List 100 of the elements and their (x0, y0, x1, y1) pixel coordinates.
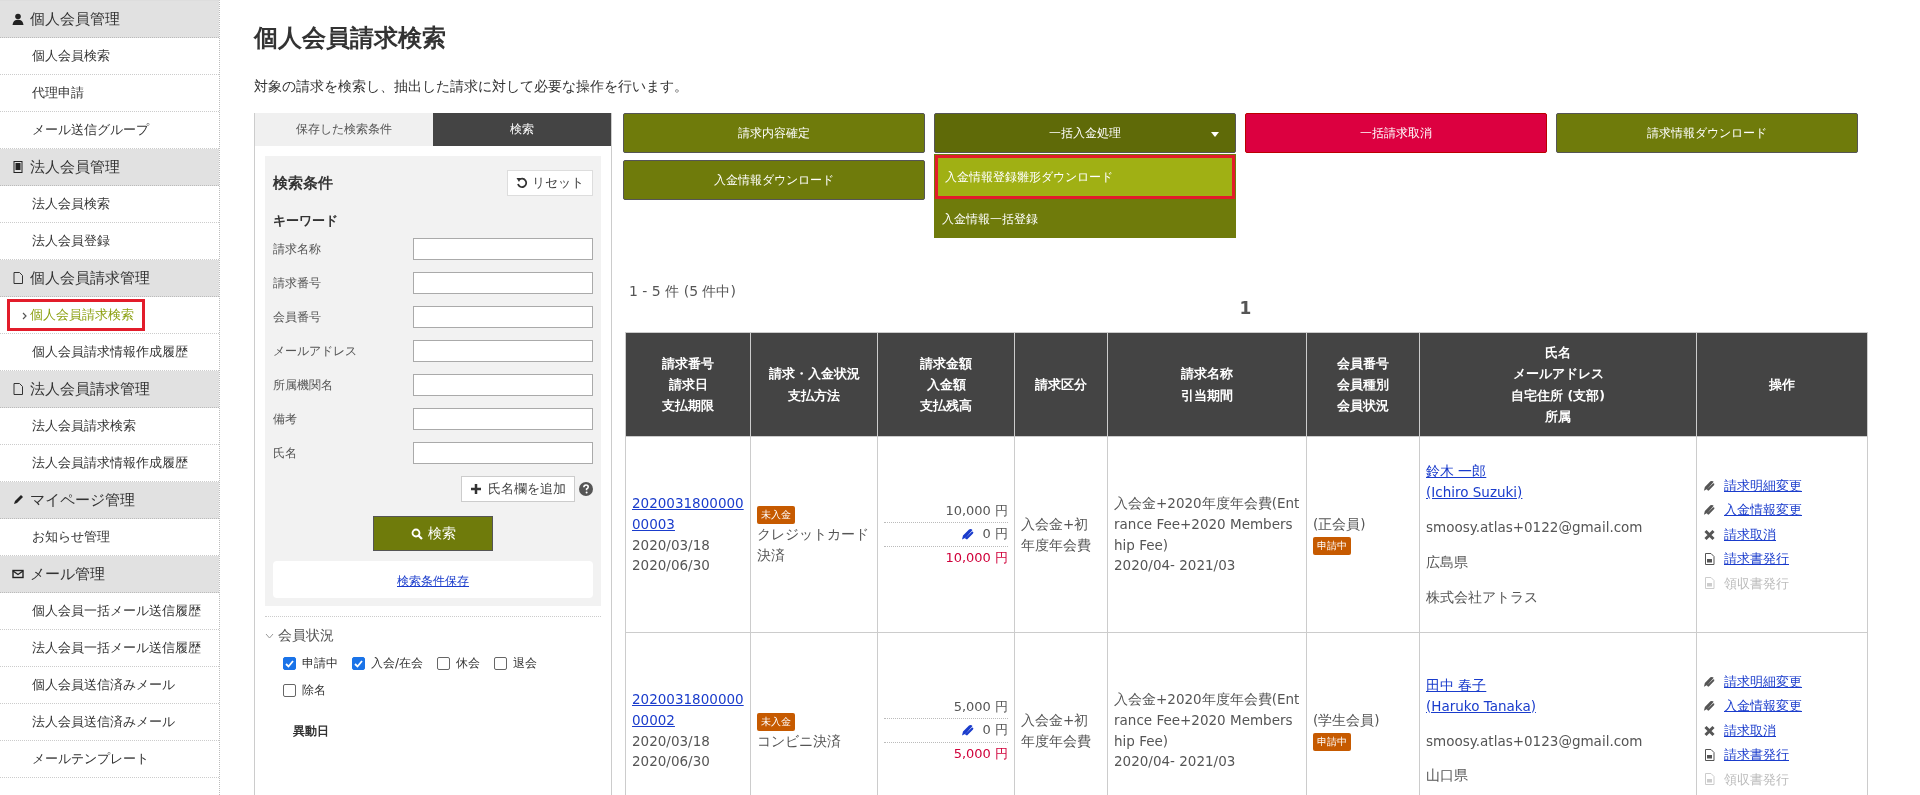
sidebar-item[interactable]: メールテンプレート (32, 750, 149, 768)
table-cell: 入会金+2020年度年会費(Entrance Fee+2020 Membership Fee) (1114, 494, 1300, 553)
table-cell: 2020/04- 2021/03 (1114, 753, 1236, 770)
document-icon (12, 383, 24, 395)
sidebar-item[interactable]: 法人会員請求検索 (32, 417, 136, 435)
table-cell: 2020/06/30 (632, 557, 710, 574)
page-description: 対象の請求を検索し、抽出した請求に対して必要な操作を行います。 (254, 78, 689, 96)
table-cell-text: 10,000 円 (944, 548, 1008, 567)
document-icon (1703, 552, 1716, 565)
operation-link[interactable]: 請求明細変更 (1724, 672, 1802, 692)
table-cell: クレジットカード決済 (757, 526, 869, 563)
sidebar-item[interactable]: 個人会員一括メール送信履歴 (32, 602, 201, 620)
input-field[interactable] (413, 238, 593, 260)
column-header: 請求・入金状況 支払方法 (750, 332, 878, 437)
checkbox[interactable] (494, 657, 508, 670)
checkbox[interactable] (352, 657, 365, 670)
status-badge: 申請中 (1313, 537, 1351, 556)
operation-link[interactable]: 入金情報変更 (1724, 696, 1802, 716)
input-field[interactable] (413, 408, 593, 430)
dropdown-button[interactable]: 一括入金処理 (934, 113, 1236, 153)
page-title: 個人会員請求検索 (254, 23, 447, 54)
sidebar-item[interactable]: 法人会員登録 (32, 232, 110, 250)
building-icon (12, 161, 24, 173)
document-icon (12, 272, 24, 284)
search-button[interactable]: 検索 (373, 516, 493, 551)
sidebar-item[interactable]: メール送信グループ (32, 121, 149, 139)
sidebar-item[interactable]: 代理申請 (32, 84, 84, 102)
sidebar-item[interactable]: 法人会員請求情報作成履歴 (32, 454, 188, 472)
invoice-link[interactable]: 202003180000000003 (632, 492, 744, 535)
action-button[interactable]: 請求内容確定 (623, 113, 925, 153)
pencil-icon[interactable] (960, 724, 975, 737)
pencil-icon (1703, 700, 1716, 713)
table-cell-text: smoosy.atlas+0122@gmail.com (1426, 518, 1644, 538)
sidebar-item[interactable]: 個人会員検索 (32, 47, 110, 65)
pencil-icon (1703, 675, 1716, 688)
pencil-icon (12, 494, 24, 506)
invoice-link[interactable]: 202003180000000002 (632, 688, 744, 731)
member-link[interactable]: 田中 春子 (1426, 676, 1487, 693)
panel-tab[interactable]: 保存した検索条件 (255, 113, 433, 146)
input-field[interactable] (413, 374, 593, 396)
field-label: 会員番号 (273, 309, 321, 325)
section-title: 個人会員管理 (30, 9, 120, 29)
sidebar-item[interactable]: 個人会員送信済みメール (32, 676, 175, 694)
add-name-button[interactable]: 氏名欄を追加 (461, 476, 575, 502)
check-icon (285, 659, 294, 668)
cancel-button[interactable]: 一括請求取消 (1245, 113, 1547, 153)
check-icon (354, 659, 363, 668)
checkbox[interactable] (283, 684, 296, 697)
column-header: 請求番号 請求日 支払期限 (625, 332, 751, 437)
table-cell: 2020/03/18 (632, 732, 710, 749)
table-cell: 入会金+2020年度年会費(Entrance Fee+2020 Membership Fee) (1114, 690, 1300, 749)
column-header: 請求名称 引当期間 (1107, 332, 1307, 437)
operation-link[interactable]: 請求書発行 (1724, 549, 1789, 569)
sidebar-item[interactable]: 法人会員検索 (32, 195, 110, 213)
table-cell-text: 5,000 円 (952, 744, 1008, 763)
checkbox[interactable] (283, 657, 296, 670)
table-cell-text: 山口県 (1426, 766, 1469, 786)
input-field[interactable] (413, 442, 593, 464)
sidebar-item[interactable]: 法人会員一括メール送信履歴 (32, 639, 201, 657)
panel-tab[interactable]: 検索 (433, 113, 611, 146)
checkbox[interactable] (437, 657, 451, 670)
status-badge: 未入金 (757, 712, 795, 731)
member-link[interactable]: (Haruko Tanaka) (1426, 697, 1536, 714)
menu-item[interactable]: 入金情報一括登録 (934, 200, 1236, 238)
section-title: 法人会員請求管理 (30, 379, 150, 399)
sidebar-item[interactable]: お知らせ管理 (32, 528, 110, 546)
member-link[interactable]: 鈴木 一郎 (1426, 463, 1487, 480)
envelope-icon (12, 568, 24, 580)
checkbox-label: 申請中 (302, 655, 338, 672)
sidebar-item[interactable]: 法人会員送信済みメール (32, 713, 175, 731)
help-icon[interactable] (579, 482, 593, 496)
operation-link[interactable]: 請求取消 (1724, 720, 1776, 741)
action-button[interactable]: 請求情報ダウンロード (1556, 113, 1858, 153)
operation-link[interactable]: 請求取消 (1724, 524, 1776, 545)
reset-button[interactable]: リセット (507, 170, 593, 196)
action-button[interactable]: 入金情報ダウンロード (623, 160, 925, 200)
input-field[interactable] (413, 306, 593, 328)
input-field[interactable] (413, 340, 593, 362)
search-icon (410, 527, 423, 540)
operation-link[interactable]: 請求明細変更 (1724, 476, 1802, 496)
checkbox-label: 入会/在会 (371, 655, 424, 672)
table-cell: 入会金+初年度年会費 (1021, 515, 1091, 553)
table-cell: 2020/04- 2021/03 (1114, 557, 1236, 574)
field-label: 請求名称 (273, 241, 321, 257)
chevron-icon (22, 312, 27, 320)
member-link[interactable]: (Ichiro Suzuki) (1426, 484, 1523, 501)
operation-link[interactable]: 入金情報変更 (1724, 500, 1802, 520)
chevron-icon[interactable] (265, 633, 274, 639)
input-field[interactable] (413, 272, 593, 294)
sidebar-item[interactable]: 個人会員請求情報作成履歴 (32, 343, 188, 361)
criteria-heading: 検索条件 (273, 173, 333, 193)
page-number[interactable]: 1 (1239, 298, 1252, 318)
table-cell: コンビニ決済 (757, 732, 841, 749)
save-conditions-link[interactable]: 検索条件保存 (397, 574, 469, 588)
operation-link[interactable]: 請求書発行 (1724, 745, 1789, 765)
table-cell-text: smoosy.atlas+0123@gmail.com (1426, 731, 1644, 751)
table-cell-text: 株式会社アトラス (1426, 587, 1539, 607)
pencil-icon[interactable] (960, 528, 975, 541)
table-cell: (学生会員) (1313, 711, 1380, 728)
field-label: 氏名 (273, 445, 297, 461)
